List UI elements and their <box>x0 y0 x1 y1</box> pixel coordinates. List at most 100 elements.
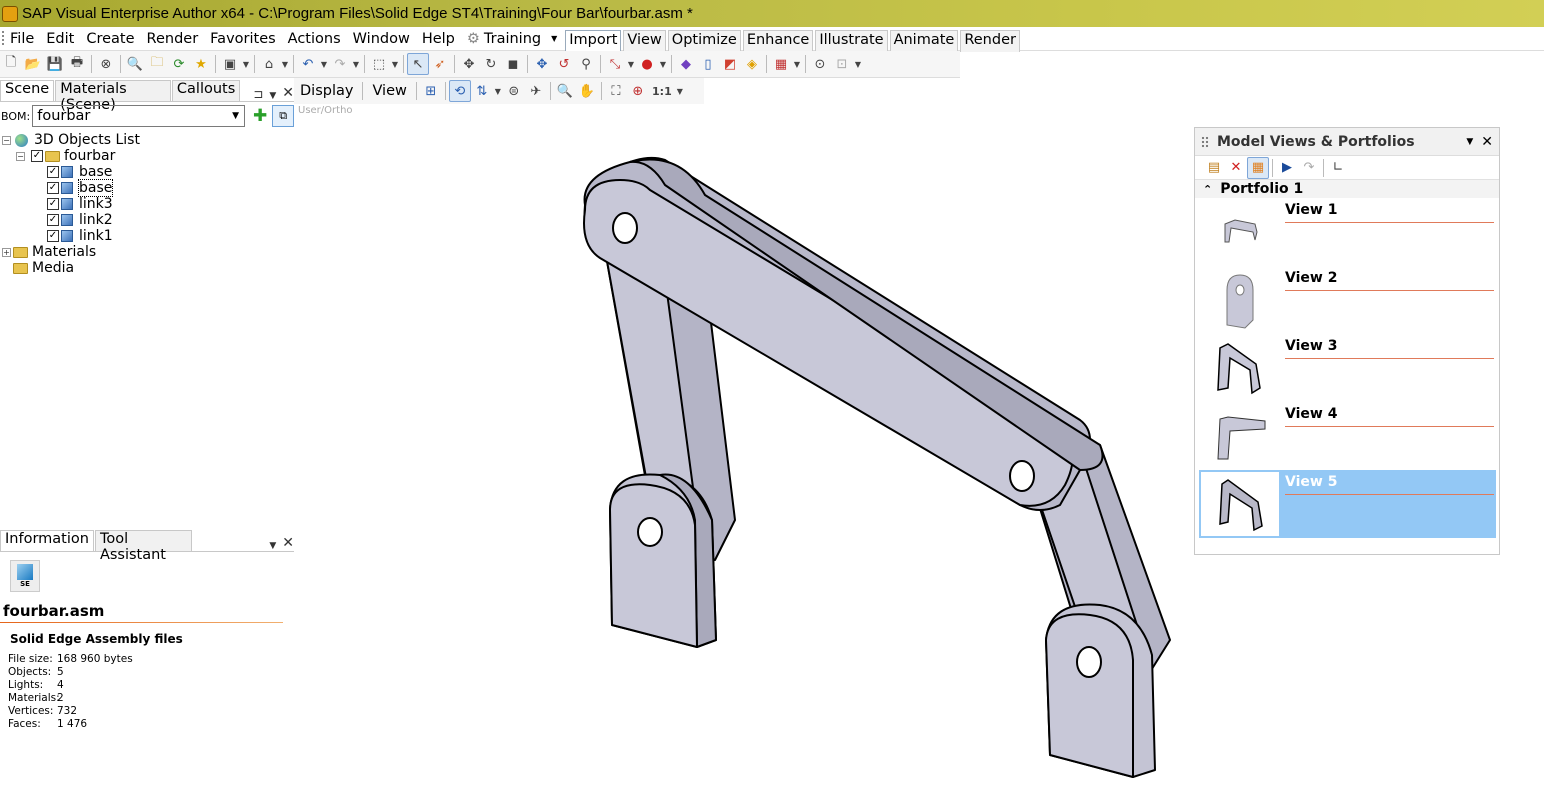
snapshot-icon[interactable]: ⊡ <box>831 53 853 75</box>
tree-root[interactable]: − 3D Objects List <box>0 132 294 148</box>
view-menu[interactable]: View <box>366 83 412 99</box>
panel-menu-icon[interactable]: ▼ <box>269 91 276 101</box>
fly-icon[interactable]: ➶ <box>429 53 451 75</box>
ribbon-tab-optimize[interactable]: Optimize <box>667 29 741 52</box>
zoom-box-icon[interactable]: ⊕ <box>627 80 649 102</box>
chevron-down-icon[interactable]: ▼ <box>390 53 400 75</box>
undo-icon[interactable]: ↶ <box>297 53 319 75</box>
menu-edit[interactable]: Edit <box>40 31 80 47</box>
chevron-down-icon[interactable]: ▼ <box>626 53 636 75</box>
panel-menu-icon[interactable]: ▼ <box>269 541 276 551</box>
scale-icon[interactable]: ◼ <box>502 53 524 75</box>
tree-part[interactable]: ✓ base <box>0 179 294 197</box>
bom-select[interactable]: fourbar ▼ <box>32 105 246 127</box>
play-icon[interactable]: ▶ <box>1276 157 1298 179</box>
chevron-down-icon[interactable]: ▼ <box>853 53 863 75</box>
refresh-icon[interactable]: ⟳ <box>168 53 190 75</box>
chevron-down-icon[interactable]: ▼ <box>280 53 290 75</box>
hand-pan-icon[interactable]: ✋ <box>576 80 598 102</box>
book-icon[interactable]: ▯ <box>697 53 719 75</box>
chevron-down-icon[interactable]: ▼ <box>493 80 503 102</box>
chevron-down-icon[interactable]: ▼ <box>675 80 685 102</box>
ribbon-tab-enhance[interactable]: Enhance <box>742 29 814 52</box>
new-view-icon[interactable]: ▤ <box>1203 157 1225 179</box>
visibility-checkbox[interactable]: ✓ <box>47 230 59 242</box>
translate-icon[interactable]: ✥ <box>531 53 553 75</box>
record-icon[interactable]: ⊙ <box>809 53 831 75</box>
expand-icon[interactable]: + <box>2 247 11 257</box>
tree-part[interactable]: ✓ link2 <box>0 212 294 228</box>
redo-icon[interactable]: ↷ <box>329 53 351 75</box>
chevron-down-icon[interactable]: ▼ <box>319 53 329 75</box>
menu-training[interactable]: ⚙ Training ▼ <box>461 31 563 47</box>
chevron-up-icon[interactable]: ⌃ <box>1203 183 1212 196</box>
decal-icon[interactable]: ◩ <box>719 53 741 75</box>
zoom-page-icon[interactable]: ⊞ <box>420 80 442 102</box>
turntable-icon[interactable]: ⊜ <box>503 80 525 102</box>
chevron-down-icon[interactable]: ▼ <box>658 53 668 75</box>
ribbon-tab-animate[interactable]: Animate <box>889 29 959 52</box>
tree-materials[interactable]: + Materials <box>0 244 294 260</box>
grid-icon[interactable]: ▦ <box>770 53 792 75</box>
zoom-icon[interactable]: 🔍 <box>554 80 576 102</box>
menu-window[interactable]: Window <box>347 31 416 47</box>
menu-help[interactable]: Help <box>416 31 461 47</box>
menu-render[interactable]: Render <box>141 31 205 47</box>
print-icon[interactable]: 🖶 <box>66 53 88 75</box>
fly-mode-icon[interactable]: ✈ <box>525 80 547 102</box>
tree-assembly[interactable]: − ✓ fourbar <box>0 148 294 164</box>
collapse-icon[interactable]: − <box>2 135 11 145</box>
pan-axis-icon[interactable]: ⇅ <box>471 80 493 102</box>
fit-all-icon[interactable]: ⛶ <box>605 80 627 102</box>
close-icon[interactable]: ✕ <box>282 535 294 551</box>
visibility-checkbox[interactable]: ✓ <box>47 198 59 210</box>
home-icon[interactable]: ⌂ <box>258 53 280 75</box>
menu-actions[interactable]: Actions <box>282 31 347 47</box>
bom-link-icon[interactable]: ⧉ <box>272 105 294 127</box>
folder-icon[interactable]: 🗀 <box>146 53 168 75</box>
visibility-checkbox[interactable]: ✓ <box>31 150 43 162</box>
visibility-checkbox[interactable]: ✓ <box>47 166 59 178</box>
visibility-checkbox[interactable]: ✓ <box>47 214 59 226</box>
drag-grip-icon[interactable] <box>1201 135 1209 148</box>
menu-create[interactable]: Create <box>80 31 140 47</box>
tab-information[interactable]: Information <box>0 530 94 551</box>
tab-tool-assistant[interactable]: Tool Assistant <box>94 530 193 563</box>
visibility-checkbox[interactable]: ✓ <box>47 182 59 194</box>
select-box-icon[interactable]: ⬚ <box>368 53 390 75</box>
stop-icon[interactable]: ⊗ <box>95 53 117 75</box>
menu-file[interactable]: File <box>4 31 40 47</box>
explode-icon[interactable]: ⤡ <box>604 53 626 75</box>
tree-part[interactable]: ✓ base <box>0 164 294 180</box>
view-item-2[interactable]: View 2 <box>1199 266 1496 334</box>
wand-icon[interactable]: ⚲ <box>575 53 597 75</box>
select-arrow-icon[interactable]: ↖ <box>407 53 429 75</box>
close-icon[interactable]: ✕ <box>1481 134 1493 150</box>
tree-part[interactable]: ✓ link1 <box>0 228 294 244</box>
update-icon[interactable]: ↷ <box>1298 157 1320 179</box>
pin-icon[interactable]: ⊐ <box>253 87 263 101</box>
add-bom-icon[interactable]: ✚ <box>253 106 267 126</box>
close-icon[interactable]: ✕ <box>282 85 294 101</box>
light-icon[interactable]: ◈ <box>741 53 763 75</box>
tab-callouts[interactable]: Callouts <box>171 80 241 101</box>
orbit-icon[interactable]: ⟲ <box>448 80 471 102</box>
panel-menu-icon[interactable]: ▼ <box>1466 137 1473 147</box>
ribbon-tab-import[interactable]: Import <box>565 29 622 52</box>
new-file-icon[interactable]: 🗋 <box>0 53 22 75</box>
find-icon[interactable]: 🔍 <box>124 53 146 75</box>
collapse-icon[interactable]: − <box>16 151 25 161</box>
layout-icon[interactable]: ▦ <box>1247 156 1269 179</box>
tree-media[interactable]: Media <box>0 260 294 276</box>
view-item-5[interactable]: View 5 <box>1199 470 1496 538</box>
spin-icon[interactable]: ↺ <box>553 53 575 75</box>
rotate-icon[interactable]: ↻ <box>480 53 502 75</box>
portfolio-header[interactable]: ⌃ Portfolio 1 <box>1195 180 1499 198</box>
tab-scene[interactable]: Scene <box>0 80 55 101</box>
view-item-4[interactable]: View 4 <box>1199 402 1496 470</box>
camera-icon[interactable]: ● <box>636 53 658 75</box>
save-icon[interactable]: 💾 <box>44 53 66 75</box>
view-item-3[interactable]: View 3 <box>1199 334 1496 402</box>
window-icon[interactable]: ▣ <box>219 53 241 75</box>
chevron-down-icon[interactable]: ▼ <box>241 53 251 75</box>
